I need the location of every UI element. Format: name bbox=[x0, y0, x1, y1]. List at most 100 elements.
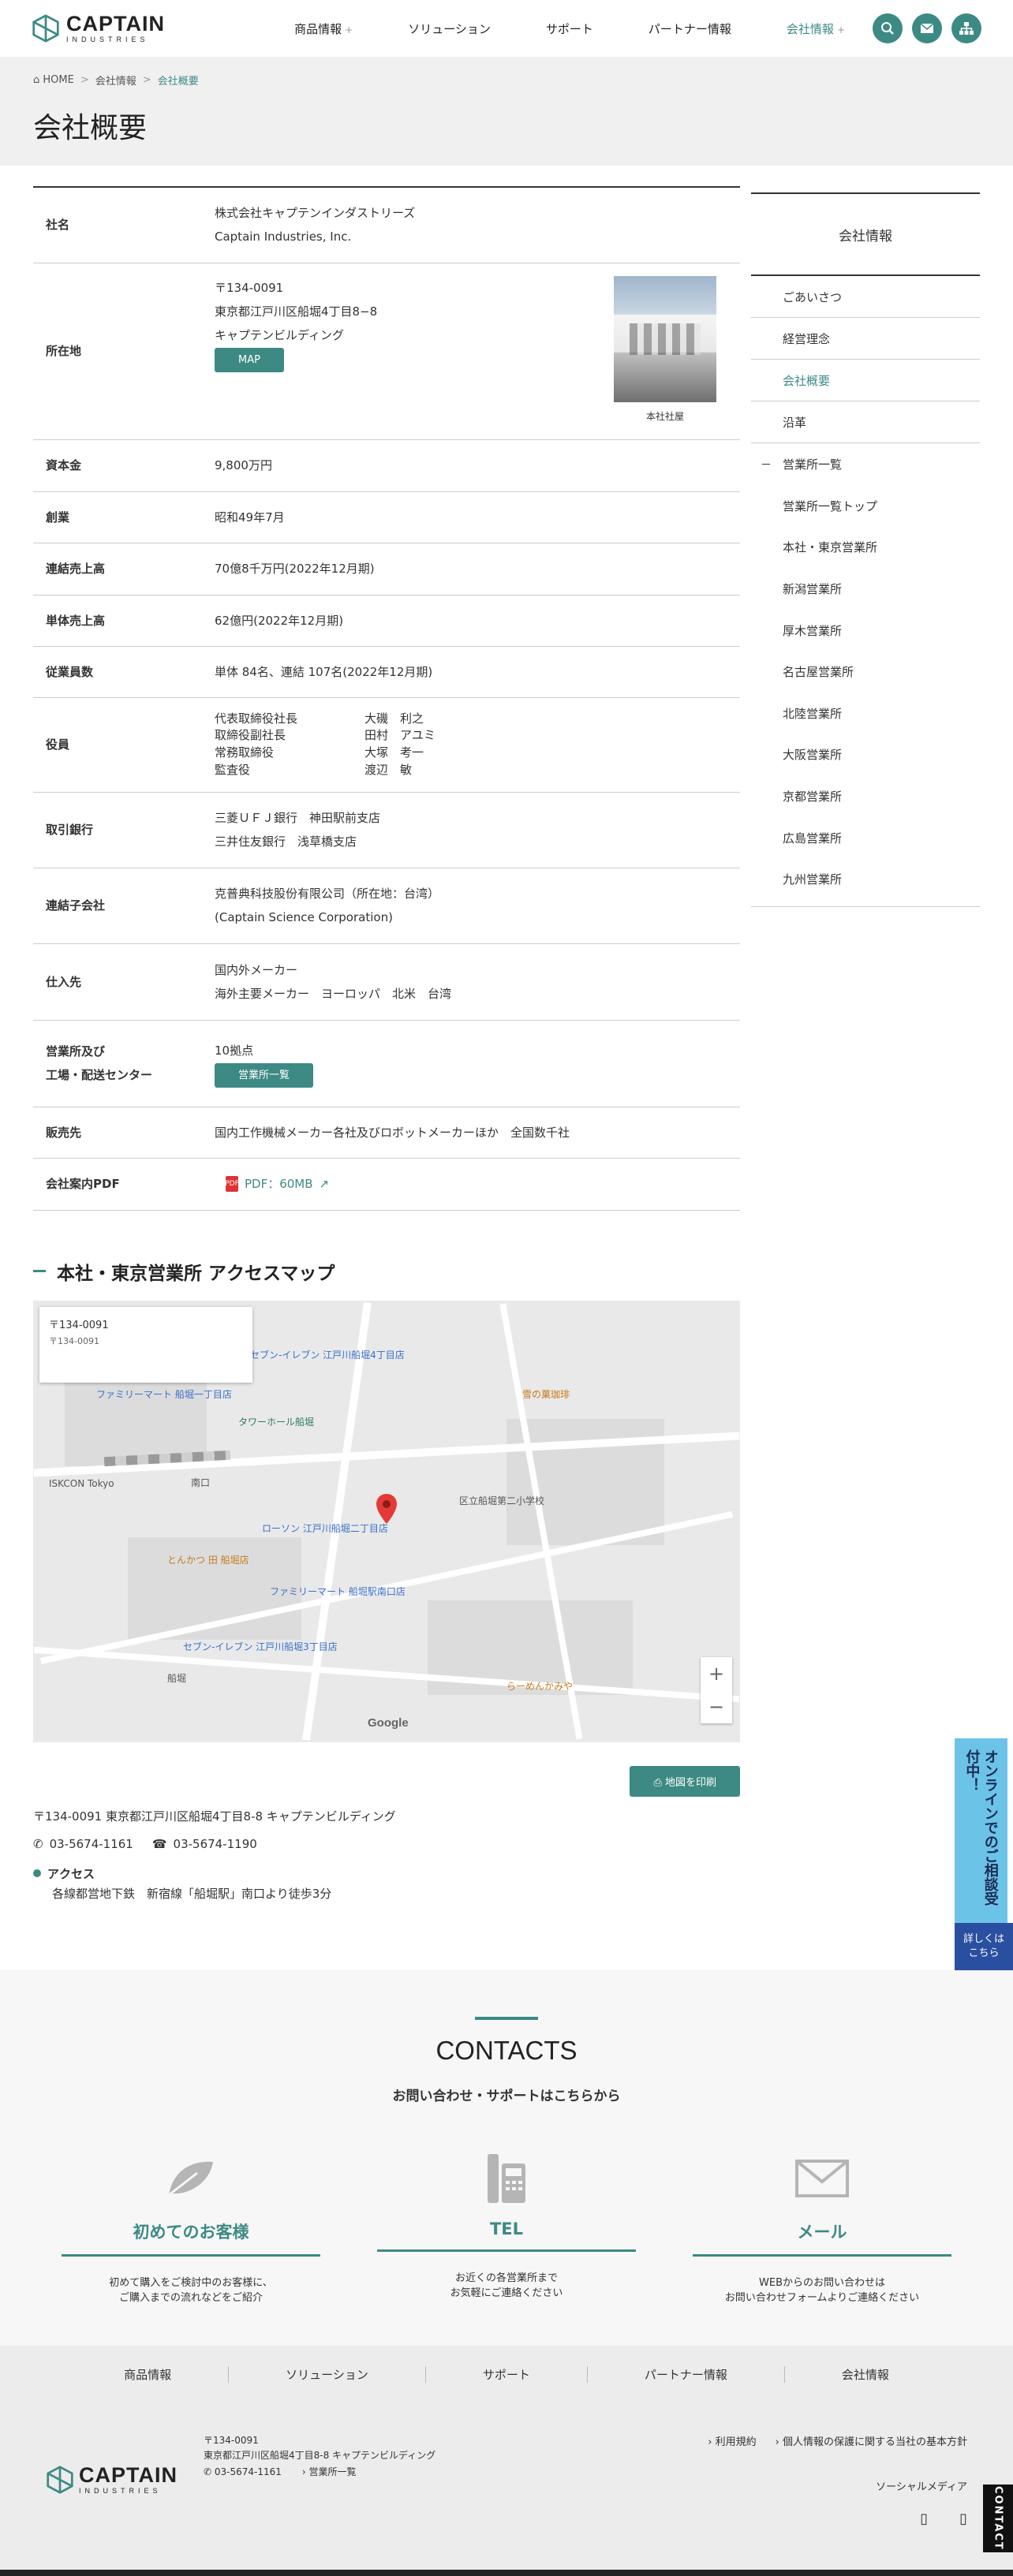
consult-details-link[interactable]: 詳しくは こちら bbox=[955, 1923, 1013, 1971]
access-map-title: 本社・東京営業所 アクセスマップ bbox=[33, 1258, 740, 1285]
sidebar-offices-group: 営業所一覧 営業所一覧トップ 本社・東京営業所 新潟営業所 厚木営業所 名古屋営… bbox=[751, 443, 980, 907]
google-map[interactable]: ファミリーマート 船堀一丁目店 セブン-イレブン 江戸川船堀4丁目店 タワーホー… bbox=[33, 1300, 740, 1742]
table-row: 連結子会社 克普典科技股份有限公司（所在地：台湾） (Captain Science… bbox=[33, 868, 740, 944]
sidebar-item-philosophy[interactable]: 経営理念 bbox=[751, 318, 980, 360]
fax-icon: ☎ bbox=[151, 1836, 167, 1851]
table-row: 会社案内PDF PDF PDF：60MB ↗ bbox=[33, 1158, 740, 1211]
terms-link[interactable]: › 利用規約 bbox=[708, 2433, 756, 2448]
nav-partners[interactable]: パートナー情報 bbox=[621, 21, 759, 37]
zoom-out-icon[interactable]: − bbox=[708, 1696, 724, 1718]
footer-nav-products[interactable]: 商品情報 bbox=[67, 2365, 230, 2383]
access-info: アクセス 各線都営地下鉄 新宿線「船堀駅」南口より徒歩3分 bbox=[33, 1865, 740, 1902]
zoom-in-icon[interactable]: + bbox=[708, 1663, 724, 1685]
sidebar-subitem[interactable]: 厚木営業所 bbox=[751, 610, 980, 651]
youtube-icon[interactable]: ▯ bbox=[959, 2511, 967, 2527]
table-row: 仕入先 国内外メーカー 海外主要メーカー ヨーロッパ 北米 台湾 bbox=[33, 943, 740, 1021]
phone-icon: ✆ bbox=[33, 1836, 43, 1851]
pdf-icon: PDF bbox=[225, 1176, 239, 1192]
footer-nav-company[interactable]: 会社情報 bbox=[785, 2366, 946, 2383]
sidebar-item-history[interactable]: 沿革 bbox=[751, 401, 980, 443]
sidebar-subitem[interactable]: 京都営業所 bbox=[751, 775, 980, 817]
main-area: 社名 株式会社キャプテンインダストリーズ Captain Industries, … bbox=[0, 166, 1013, 1902]
sidebar-subitem[interactable]: 名古屋営業所 bbox=[751, 651, 980, 693]
table-row: 営業所及び 工場・配送センター 10拠点 営業所一覧 bbox=[33, 1020, 740, 1107]
print-map-button[interactable]: ⎙ 地図を印刷 bbox=[630, 1765, 740, 1797]
table-row: 所在地 〒134-0091 東京都江戸川区船堀4丁目8−8 キャプテンビルディン… bbox=[33, 263, 740, 440]
contacts-section: CONTACTS お問い合わせ・サポートはこちらから 初めてのお客様 初めて購入… bbox=[0, 1969, 1013, 2346]
sidebar-heading: 会社情報 bbox=[751, 192, 980, 276]
sidebar-subitem[interactable]: 広島営業所 bbox=[751, 817, 980, 859]
footer-logo[interactable]: CAPTAIN INDUSTRIES bbox=[46, 2433, 204, 2527]
search-icon[interactable] bbox=[873, 13, 903, 43]
breadcrumb-company[interactable]: 会社情報 bbox=[95, 73, 136, 88]
title-band: ⌂ HOME > 会社情報 > 会社概要 会社概要 bbox=[0, 57, 1013, 166]
table-row: 連結売上高 70億8千万円(2022年12月期) bbox=[33, 543, 740, 595]
building-caption: 本社社屋 bbox=[645, 411, 684, 422]
offices-list-button[interactable]: 営業所一覧 bbox=[215, 1062, 314, 1088]
building-photo: 本社社屋 bbox=[614, 276, 716, 426]
footer-nav: 商品情報 ソリューション サポート パートナー情報 会社情報 bbox=[0, 2365, 1013, 2383]
contact-card-mail[interactable]: メール WEBからのお問い合わせは お問い合わせフォームよりご連絡ください bbox=[693, 2152, 951, 2306]
logo-main-text: CAPTAIN bbox=[66, 12, 165, 35]
sitemap-icon[interactable] bbox=[951, 13, 981, 43]
social-media-label: ソーシャルメディア bbox=[876, 2481, 967, 2493]
mail-icon[interactable] bbox=[912, 13, 942, 43]
nav-solutions[interactable]: ソリューション bbox=[380, 21, 518, 37]
nav-company[interactable]: 会社情報 + bbox=[759, 21, 873, 37]
office-tel: ✆ 03-5674-1161 bbox=[33, 1836, 133, 1851]
breadcrumb-current: 会社概要 bbox=[157, 76, 199, 88]
breadcrumb-home[interactable]: ⌂ HOME bbox=[33, 74, 74, 86]
footer-offices-link[interactable]: › 営業所一覧 bbox=[302, 2465, 357, 2480]
map-pin-icon[interactable] bbox=[376, 1493, 397, 1524]
telephone-icon bbox=[488, 2153, 525, 2203]
main-content: 社名 株式会社キャプテンインダストリーズ Captain Industries, … bbox=[33, 186, 740, 1902]
table-row: 販売先 国内工作機械メーカー各社及びロボットメーカーほか 全国数千社 bbox=[33, 1107, 740, 1159]
sidebar-subitem[interactable]: 本社・東京営業所 bbox=[751, 527, 980, 569]
sidebar-subitem[interactable]: 新潟営業所 bbox=[751, 568, 980, 610]
footer-nav-support[interactable]: サポート bbox=[426, 2365, 588, 2383]
sidebar-subitem[interactable]: 九州営業所 bbox=[751, 858, 980, 900]
sidebar-item-offices[interactable]: 営業所一覧 bbox=[751, 443, 980, 485]
contacts-title: CONTACTS bbox=[435, 2035, 578, 2065]
sidebar-item-greeting[interactable]: ごあいさつ bbox=[751, 276, 980, 318]
contact-card-tel[interactable]: TEL お近くの各営業所まで お気軽にご連絡ください bbox=[377, 2152, 636, 2306]
sidebar: 会社情報 ごあいさつ 経営理念 会社概要 沿革 営業所一覧 営業所一覧トップ 本… bbox=[751, 192, 980, 1902]
table-row: 資本金 9,800万円 bbox=[33, 439, 740, 492]
footer-nav-solutions[interactable]: ソリューション bbox=[229, 2365, 426, 2383]
table-row: 単体売上高 62億円(2022年12月期) bbox=[33, 595, 740, 647]
contact-card-first-time[interactable]: 初めてのお客様 初めて購入をご検討中のお客様に、 ご購入までの流れなどをご紹介 bbox=[62, 2152, 320, 2306]
site-logo[interactable]: CAPTAIN INDUSTRIES bbox=[32, 13, 251, 43]
company-info-table: 社名 株式会社キャプテンインダストリーズ Captain Industries, … bbox=[33, 186, 740, 1211]
header-icons bbox=[873, 13, 981, 43]
privacy-link[interactable]: › 個人情報の保護に関する当社の基本方針 bbox=[776, 2433, 967, 2448]
arrow-circle-icon: › bbox=[301, 2466, 306, 2477]
map-info-card[interactable]: 〒134-0091 〒134-0091 bbox=[39, 1306, 252, 1383]
sidebar-subitem[interactable]: 大阪営業所 bbox=[751, 734, 980, 776]
footer-nav-partners[interactable]: パートナー情報 bbox=[588, 2365, 785, 2383]
sidebar-subitem[interactable]: 営業所一覧トップ bbox=[751, 485, 980, 527]
global-nav: 商品情報 + ソリューション サポート パートナー情報 会社情報 + bbox=[267, 21, 873, 37]
page-title: 会社概要 bbox=[33, 112, 148, 144]
sidebar-subitem[interactable]: 北陸営業所 bbox=[751, 693, 980, 734]
contact-side-tab[interactable]: CONTACT bbox=[983, 2485, 1013, 2552]
google-logo: Google bbox=[368, 1715, 409, 1730]
office-address: 〒134-0091 東京都江戸川区船堀4丁目8-8 キャプテンビルディング bbox=[33, 1809, 396, 1824]
table-row: 従業員数 単体 84名、連結 107名(2022年12月期) bbox=[33, 646, 740, 698]
table-row: 創業 昭和49年7月 bbox=[33, 491, 740, 543]
breadcrumb: ⌂ HOME > 会社情報 > 会社概要 bbox=[33, 73, 199, 88]
company-pdf-link[interactable]: PDF PDF：60MB ↗ bbox=[215, 1172, 740, 1196]
map-button[interactable]: MAP bbox=[215, 348, 284, 373]
leaf-icon bbox=[168, 2161, 213, 2196]
printer-icon: ⎙ bbox=[653, 1776, 662, 1789]
nav-support[interactable]: サポート bbox=[518, 21, 621, 37]
site-header: CAPTAIN INDUSTRIES 商品情報 + ソリューション サポート パー… bbox=[0, 0, 1013, 57]
facebook-icon[interactable]: ▯ bbox=[920, 2511, 928, 2527]
envelope-icon bbox=[795, 2159, 849, 2197]
nav-products[interactable]: 商品情報 + bbox=[267, 21, 380, 37]
contacts-lead: お問い合わせ・サポートはこちらから bbox=[392, 2088, 621, 2104]
site-footer: 商品情報 ソリューション サポート パートナー情報 会社情報 CAPTAIN I… bbox=[0, 2345, 1013, 2576]
sidebar-item-overview[interactable]: 会社概要 bbox=[751, 360, 980, 401]
online-consult-banner[interactable]: オンラインでのご相談受付中！ 詳しくは こちら bbox=[955, 1738, 1013, 1971]
table-row: 取引銀行 三菱ＵＦＪ銀行 神田駅前支店 三井住友銀行 浅草橋支店 bbox=[33, 792, 740, 868]
building-image bbox=[614, 276, 716, 402]
